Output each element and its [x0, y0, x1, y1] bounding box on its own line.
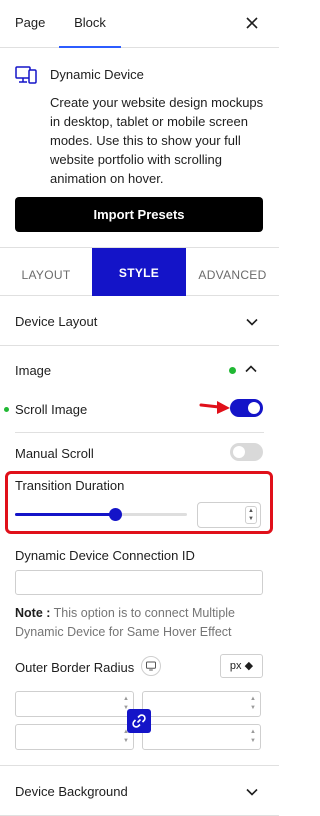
tab-block[interactable]: Block — [59, 0, 121, 48]
radius-bottom-left-input[interactable]: ▲ ▼ — [15, 724, 134, 750]
scroll-image-toggle[interactable] — [230, 399, 263, 417]
stepper-icon[interactable]: ▲ ▼ — [245, 506, 257, 524]
toggle-knob — [233, 446, 245, 458]
connection-id-label: Dynamic Device Connection ID — [15, 548, 195, 563]
connection-id-input[interactable] — [15, 570, 263, 595]
chevron-up-icon[interactable] — [244, 362, 258, 376]
transition-duration-input[interactable]: ▲ ▼ — [197, 502, 261, 528]
connection-note: Note : This option is to connect Multipl… — [15, 604, 265, 642]
transition-duration-slider[interactable] — [15, 513, 187, 516]
unit-value: px — [229, 660, 242, 672]
top-tabs: Page Block — [0, 0, 279, 48]
divider — [15, 432, 264, 433]
block-description: Create your website design mockups in de… — [50, 95, 264, 186]
arrow-icon — [199, 401, 230, 414]
transition-duration-label: Transition Duration — [15, 478, 125, 493]
block-card: Dynamic Device Create your website desig… — [0, 48, 279, 248]
image-panel: Image Scroll Image Manual Scroll Transit… — [0, 346, 279, 766]
link-icon[interactable] — [127, 709, 151, 733]
close-icon[interactable] — [243, 14, 261, 32]
slider-fill — [15, 513, 116, 516]
radius-bottom-right-input[interactable]: ▲ ▼ — [142, 724, 261, 750]
scroll-image-label: Scroll Image — [15, 402, 88, 417]
block-title: Dynamic Device — [50, 67, 144, 82]
tab-page[interactable]: Page — [15, 0, 45, 48]
active-indicator-dot — [229, 367, 236, 374]
outer-border-radius-label: Outer Border Radius — [15, 660, 135, 675]
monitor-icon[interactable] — [141, 656, 161, 676]
note-prefix: Note : — [15, 606, 51, 620]
stepper-icon: ▲ ▼ — [250, 729, 256, 744]
tab-layout[interactable]: LAYOUT — [0, 248, 92, 296]
import-presets-button[interactable]: Import Presets — [15, 197, 263, 232]
section-device-background-label: Device Background — [15, 784, 128, 799]
style-tabs: LAYOUT STYLE ADVANCED — [0, 248, 279, 296]
slider-handle[interactable] — [109, 508, 122, 521]
radius-top-right-input[interactable]: ▲ ▼ — [142, 691, 261, 717]
tab-style[interactable]: STYLE — [92, 248, 186, 296]
manual-scroll-toggle[interactable] — [230, 443, 263, 461]
radius-top-left-input[interactable]: ▲ ▼ — [15, 691, 134, 717]
stepper-icon: ▲ ▼ — [250, 696, 256, 711]
unit-select[interactable]: px ◆ — [220, 654, 263, 678]
section-device-layout-label: Device Layout — [15, 314, 98, 329]
toggle-knob — [248, 402, 260, 414]
section-image-label[interactable]: Image — [15, 363, 51, 378]
tab-advanced[interactable]: ADVANCED — [186, 248, 279, 296]
section-device-background[interactable]: Device Background — [0, 766, 279, 816]
device-icon — [15, 66, 37, 84]
chevron-down-icon — [246, 788, 258, 796]
modified-indicator-dot — [4, 407, 9, 412]
section-device-layout[interactable]: Device Layout — [0, 296, 279, 346]
chevron-down-icon — [246, 318, 258, 326]
manual-scroll-label: Manual Scroll — [15, 446, 94, 461]
